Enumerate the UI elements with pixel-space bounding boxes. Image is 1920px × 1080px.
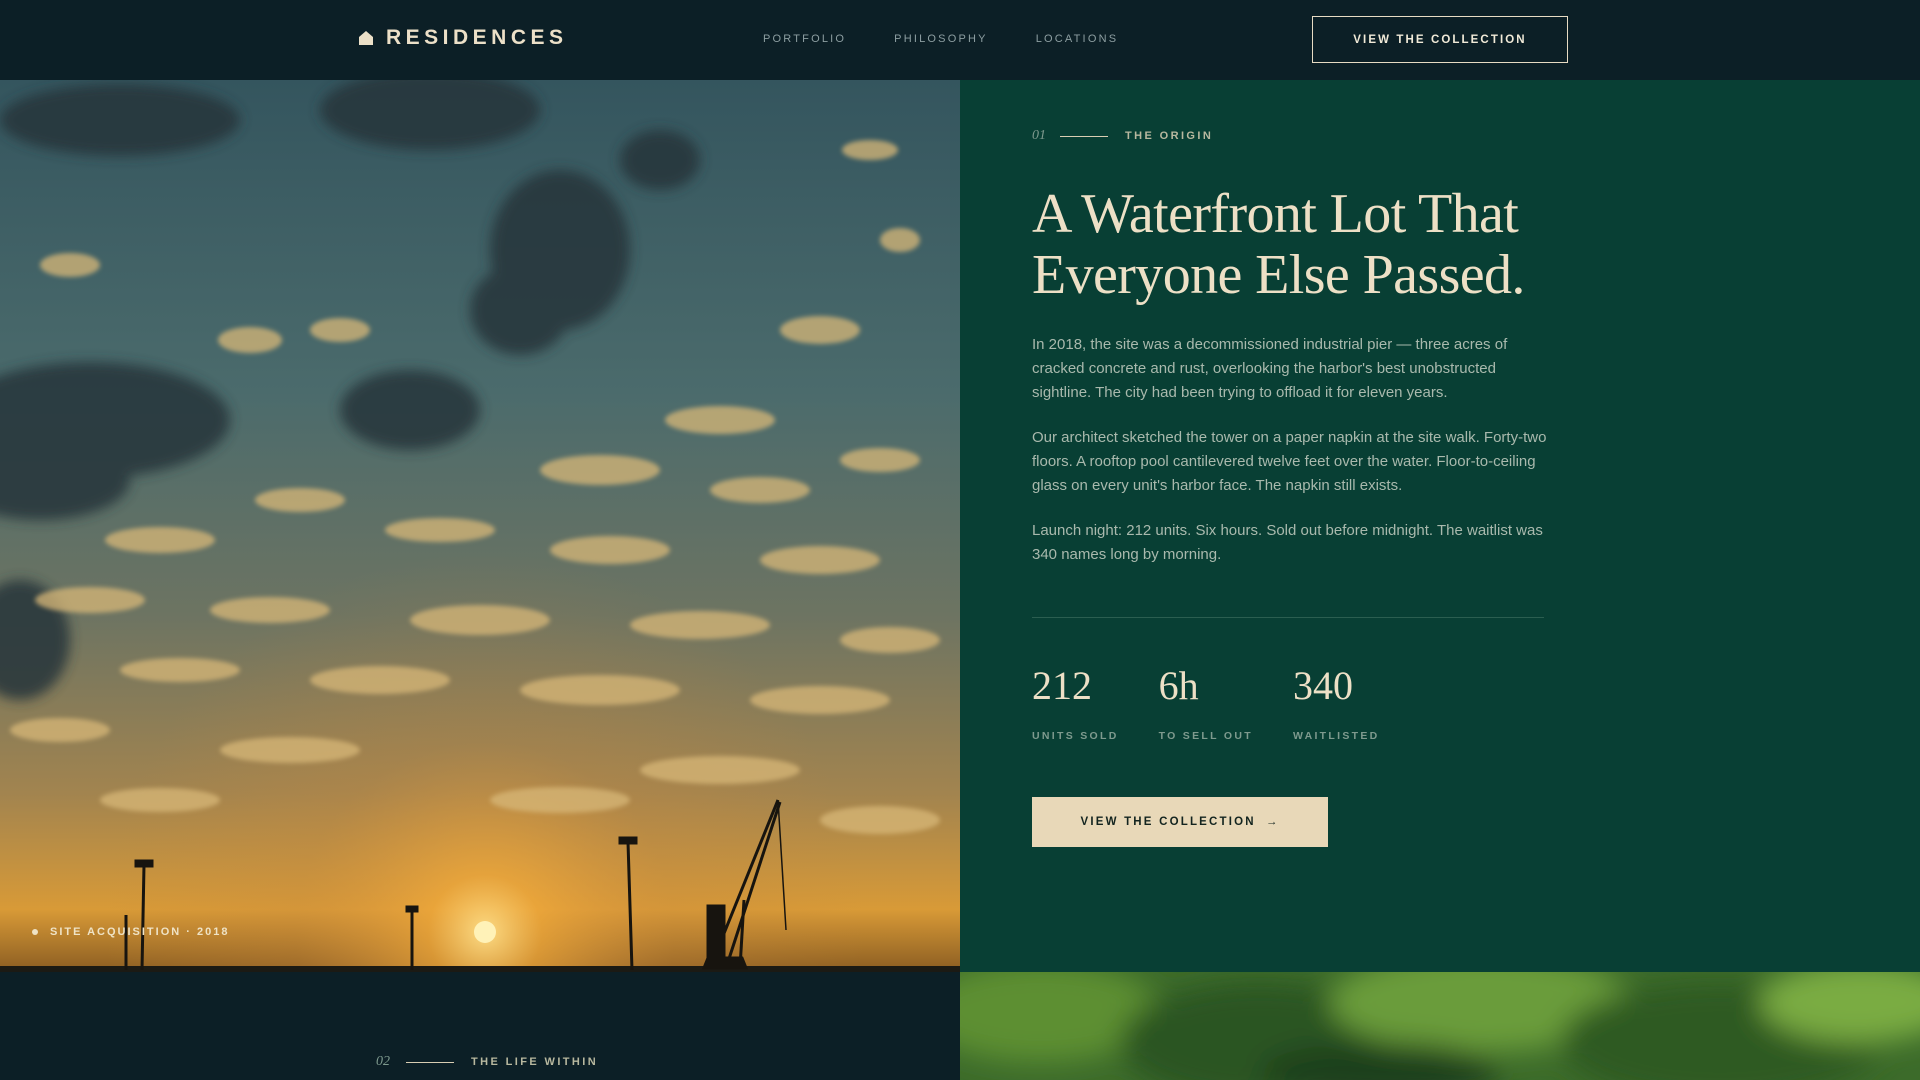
stat-value: 6h	[1158, 663, 1199, 708]
house-icon	[359, 31, 373, 45]
nav-links: PORTFOLIO PHILOSOPHY LOCATIONS	[763, 33, 1166, 45]
section-number: 02	[376, 1054, 390, 1069]
section-eyebrow: 02 THE LIFE WITHIN	[376, 1054, 598, 1070]
stat-value: 212	[1032, 663, 1092, 708]
section-headline: A Waterfront Lot That Everyone Else Pass…	[1032, 183, 1525, 306]
story-paragraph-3: Launch night: 212 units. Six hours. Sold…	[1032, 522, 1543, 563]
story-paragraph-2: Our architect sketched the tower on a pa…	[1032, 429, 1547, 494]
nav-link-portfolio[interactable]: PORTFOLIO	[763, 33, 846, 45]
stat-time-to-sell-out: 6h TO SELL OUT	[1158, 663, 1253, 743]
life-within-section: 02 THE LIFE WITHIN	[0, 972, 960, 1080]
nav-view-collection-button[interactable]: VIEW THE COLLECTION	[1312, 16, 1568, 63]
stat-value: 340	[1292, 663, 1353, 708]
eyebrow-rule	[1060, 135, 1108, 137]
stat-units-sold: 212 UNITS SOLD	[1032, 663, 1119, 743]
stats-row: 212 UNITS SOLD 6h TO SELL OUT 340 WAITLI…	[1032, 663, 1420, 743]
section-number: 01	[1032, 128, 1046, 143]
nav-link-locations[interactable]: LOCATIONS	[1036, 33, 1119, 45]
caption-dot-icon	[32, 929, 38, 935]
nav-link-philosophy[interactable]: PHILOSOPHY	[894, 33, 988, 45]
eyebrow-rule	[406, 1061, 454, 1063]
section-eyebrow: 01 THE ORIGIN	[1032, 128, 1213, 144]
brand-name: RESIDENCES	[386, 26, 568, 49]
section-label: THE LIFE WITHIN	[471, 1056, 599, 1068]
hero-sunset-photo	[0, 80, 960, 972]
stat-label: WAITLISTED	[1292, 730, 1380, 742]
divider	[1032, 617, 1544, 618]
stat-label: TO SELL OUT	[1158, 730, 1253, 742]
top-navigation: RESIDENCES PORTFOLIO PHILOSOPHY LOCATION…	[0, 0, 1920, 81]
foliage-photo	[960, 972, 1920, 1080]
stat-label: UNITS SOLD	[1032, 730, 1119, 742]
arrow-right-icon: →	[1265, 816, 1280, 828]
story-paragraph-1: In 2018, the site was a decommissioned i…	[1032, 336, 1508, 401]
stat-waitlisted: 340 WAITLISTED	[1292, 663, 1380, 743]
origin-story-panel: 01 THE ORIGIN A Waterfront Lot That Ever…	[960, 80, 1920, 972]
hero-caption: SITE ACQUISITION · 2018	[32, 926, 229, 938]
caption-text: SITE ACQUISITION · 2018	[50, 926, 230, 938]
view-collection-button[interactable]: VIEW THE COLLECTION →	[1032, 797, 1328, 847]
section-label: THE ORIGIN	[1125, 130, 1214, 142]
brand-logo[interactable]: RESIDENCES	[358, 26, 568, 50]
cta-label: VIEW THE COLLECTION	[1080, 816, 1256, 828]
